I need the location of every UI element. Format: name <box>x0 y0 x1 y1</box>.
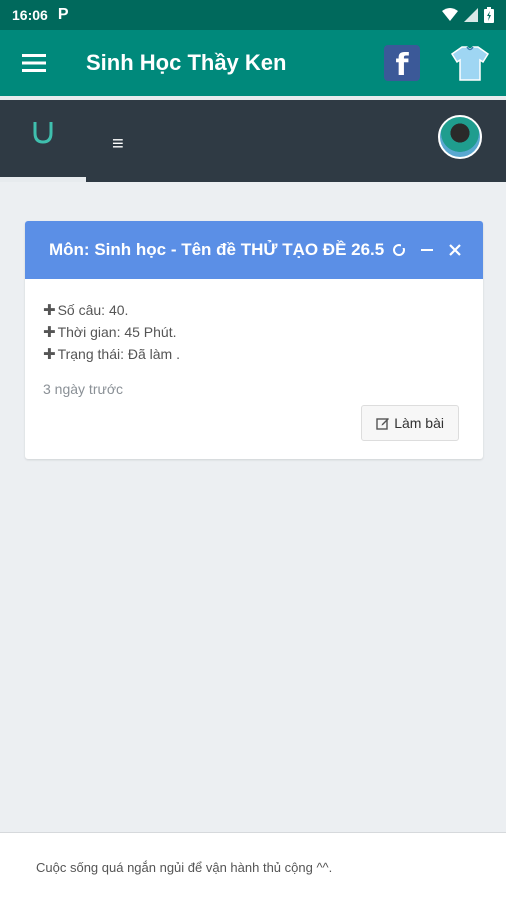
hamburger-icon <box>22 54 46 72</box>
footer-text: Cuộc sống quá ngắn ngủi để vận hành thủ … <box>36 860 333 875</box>
field-duration: ✚ Thời gian: 45 Phút. <box>43 324 177 341</box>
field-question-count: ✚ Số câu: 40. <box>43 302 129 319</box>
refresh-icon <box>393 243 406 256</box>
take-exam-button[interactable]: Làm bài <box>361 405 459 441</box>
list-icon[interactable]: ≡ <box>112 134 124 154</box>
card-body: ✚ Số câu: 40. ✚ Thời gian: 45 Phút. ✚ Trạng… <box>25 279 483 401</box>
time-ago: 3 ngày trước <box>43 381 124 397</box>
battery-icon <box>484 7 494 23</box>
plus-icon: ✚ <box>43 302 56 319</box>
edit-icon <box>376 418 390 430</box>
refresh-button[interactable] <box>391 242 407 258</box>
card-header: Môn: Sinh học - Tên đề THỬ TẠO ĐỀ 26.5 <box>25 221 483 279</box>
app-bar: Sinh Học Thầy Ken f <box>0 30 506 96</box>
card-title: Môn: Sinh học - Tên đề THỬ TẠO ĐỀ 26.5 <box>49 240 385 259</box>
plus-icon: ✚ <box>43 346 56 363</box>
user-avatar[interactable] <box>438 115 482 159</box>
secondary-nav: ≡ <box>0 96 506 182</box>
exam-card: Môn: Sinh học - Tên đề THỬ TẠO ĐỀ 26.5 ✚… <box>25 221 483 459</box>
minus-icon <box>421 249 433 251</box>
take-exam-label: Làm bài <box>394 415 444 431</box>
card-tools <box>391 242 463 258</box>
field-status: ✚ Trạng thái: Đã làm . <box>43 346 180 363</box>
magnet-u-icon <box>33 122 53 144</box>
shirt-icon[interactable] <box>450 43 490 83</box>
signal-icon <box>464 8 478 22</box>
status-icons <box>442 7 494 23</box>
footer: Cuộc sống quá ngắn ngủi để vận hành thủ … <box>0 832 506 900</box>
tab-home[interactable] <box>0 100 86 182</box>
app-title: Sinh Học Thầy Ken <box>86 50 287 75</box>
plus-icon: ✚ <box>43 324 56 341</box>
menu-button[interactable] <box>0 30 68 96</box>
facebook-icon[interactable]: f <box>384 45 420 81</box>
status-bar: 16:06 P <box>0 0 506 30</box>
wifi-icon <box>442 8 458 21</box>
minimize-button[interactable] <box>419 242 435 258</box>
status-time: 16:06 <box>12 7 48 23</box>
close-button[interactable] <box>447 242 463 258</box>
p-icon: P <box>57 6 69 23</box>
close-icon <box>449 244 461 256</box>
